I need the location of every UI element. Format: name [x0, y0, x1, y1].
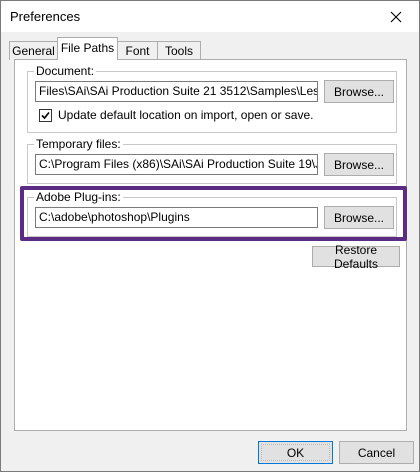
window-title: Preferences	[10, 9, 81, 24]
temporary-files-browse-button[interactable]: Browse...	[324, 153, 394, 176]
update-default-location-label: Update default location on import, open …	[58, 108, 314, 122]
close-icon	[390, 11, 402, 22]
tab-general[interactable]: General	[9, 41, 58, 60]
restore-defaults-label: Restore Defaults	[333, 242, 379, 271]
check-icon	[41, 111, 50, 120]
tab-tools-label: Tools	[164, 44, 193, 58]
tab-font-label: Font	[125, 44, 150, 58]
document-group: Document: Files\SAi\SAi Production Suite…	[27, 63, 397, 133]
update-default-location-checkbox[interactable]	[39, 109, 52, 122]
preferences-dialog: Preferences General File Paths Font Tool…	[0, 0, 420, 472]
title-bar: Preferences	[1, 1, 419, 32]
adobe-plugins-browse-label: Browse...	[333, 210, 384, 225]
tab-font[interactable]: Font	[117, 41, 158, 60]
document-path-field[interactable]: Files\SAi\SAi Production Suite 21 3512\S…	[35, 81, 318, 102]
adobe-plugins-browse-button[interactable]: Browse...	[324, 206, 394, 229]
adobe-plugins-group-label: Adobe Plug-ins:	[34, 189, 123, 205]
file-paths-panel: Document: Files\SAi\SAi Production Suite…	[14, 59, 407, 431]
close-button[interactable]	[373, 1, 419, 32]
document-browse-button[interactable]: Browse...	[324, 80, 394, 103]
tab-file-paths[interactable]: File Paths	[57, 37, 118, 60]
cancel-label: Cancel	[357, 445, 396, 460]
cancel-button[interactable]: Cancel	[339, 441, 414, 464]
restore-defaults-button[interactable]: Restore Defaults	[312, 243, 400, 271]
temporary-files-browse-label: Browse...	[333, 157, 384, 172]
temporary-files-group: Temporary files: C:\Program Files (x86)\…	[27, 136, 397, 184]
temporary-files-path-field[interactable]: C:\Program Files (x86)\SAi\SAi Productio…	[35, 154, 318, 175]
tab-tools[interactable]: Tools	[157, 41, 201, 60]
tab-general-label: General	[12, 44, 55, 58]
ok-label: OK	[286, 445, 305, 460]
document-group-label: Document:	[34, 63, 97, 79]
adobe-plugins-path-field[interactable]: C:\adobe\photoshop\Plugins	[35, 207, 318, 228]
document-browse-label: Browse...	[333, 84, 384, 99]
ok-button[interactable]: OK	[258, 441, 333, 464]
temporary-files-group-label: Temporary files:	[34, 136, 123, 152]
tab-file-paths-label: File Paths	[60, 41, 115, 55]
adobe-plugins-group: Adobe Plug-ins: C:\adobe\photoshop\Plugi…	[27, 189, 397, 237]
